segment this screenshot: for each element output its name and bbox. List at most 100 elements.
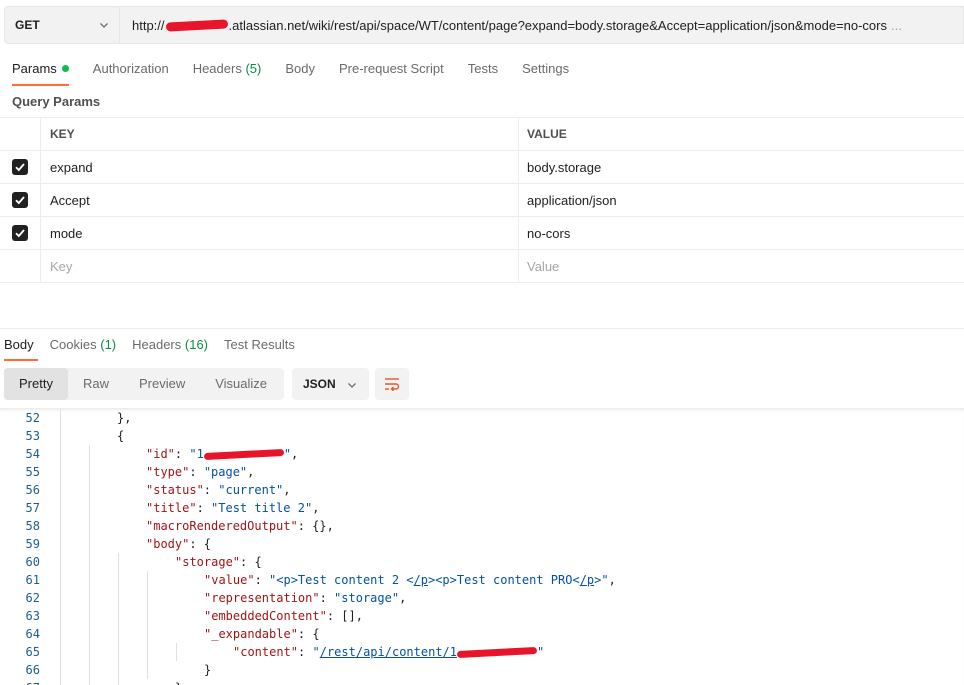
code-line: 53 { xyxy=(0,427,964,445)
tab-label: Body xyxy=(4,337,34,352)
checkbox-checked[interactable] xyxy=(12,159,28,175)
indent-guide xyxy=(60,553,61,571)
code-line: 56 "status": "current", xyxy=(0,481,964,499)
query-params-title: Query Params xyxy=(12,94,101,109)
checkbox-checked[interactable] xyxy=(12,192,28,208)
indent-guide xyxy=(89,463,90,481)
param-value[interactable]: application/json xyxy=(519,184,964,216)
indent-guide xyxy=(118,625,119,643)
format-pretty[interactable]: Pretty xyxy=(4,368,68,400)
check-icon xyxy=(15,196,25,205)
new-value-input[interactable]: Value xyxy=(519,250,964,282)
tab-pre-request-script[interactable]: Pre-request Script xyxy=(327,50,456,86)
code-line: 66} xyxy=(0,661,964,679)
indent-guide xyxy=(118,661,119,679)
json-string: " xyxy=(537,645,545,659)
indent-guide xyxy=(89,643,90,661)
tab-test-results[interactable]: Test Results xyxy=(220,330,303,360)
indent-guide xyxy=(118,589,119,607)
code-text: "representation": "storage", xyxy=(204,589,406,607)
tab-label: Headers xyxy=(132,337,182,352)
redaction-mark xyxy=(203,448,284,461)
indent-guide xyxy=(89,499,90,517)
json-punct: : xyxy=(196,501,212,515)
json-string: ><p>Test content PRO< xyxy=(427,573,580,587)
indent-guide xyxy=(147,571,148,589)
indent-guide xyxy=(60,571,61,589)
json-punct: , xyxy=(283,483,291,497)
line-number: 56 xyxy=(25,483,40,497)
tab-response-body[interactable]: Body xyxy=(0,330,42,361)
json-punct: : xyxy=(298,645,313,659)
request-tabs: Params Authorization Headers (5) Body Pr… xyxy=(0,50,964,86)
wrap-lines-button[interactable] xyxy=(375,368,409,400)
json-string: " xyxy=(312,645,320,659)
indent-guide xyxy=(147,643,148,661)
tab-cookies[interactable]: Cookies (1) xyxy=(46,330,124,360)
indent-guide xyxy=(147,625,148,643)
code-text: "status": "current", xyxy=(146,481,291,499)
new-key-input[interactable]: Key xyxy=(41,250,519,282)
line-number: 52 xyxy=(25,411,40,425)
json-key: "title" xyxy=(146,501,197,515)
response-divider xyxy=(0,328,964,329)
tab-authorization[interactable]: Authorization xyxy=(81,50,181,86)
indent-guide xyxy=(60,607,61,625)
param-key[interactable]: Accept xyxy=(41,184,519,216)
tab-headers[interactable]: Headers (5) xyxy=(181,50,274,86)
chevron-down-icon xyxy=(100,23,108,28)
column-header-value: VALUE xyxy=(527,127,567,141)
code-text: "value": "<p>Test content 2 </p><p>Test … xyxy=(204,571,616,589)
json-punct: , xyxy=(247,465,255,479)
indent-guide xyxy=(60,409,61,427)
indent-guide xyxy=(89,625,90,643)
code-text: "macroRenderedOutput": {}, xyxy=(146,517,334,535)
code-line: 58 "macroRenderedOutput": {}, xyxy=(0,517,964,535)
language-select[interactable]: JSON xyxy=(292,368,369,400)
code-link: /rest/api/content/1 xyxy=(319,645,457,659)
table-header-row: KEY VALUE xyxy=(0,118,964,151)
tab-label: Tests xyxy=(467,61,499,76)
tab-response-headers[interactable]: Headers (16) xyxy=(128,330,216,360)
url-input[interactable]: http:// .atlassian.net/wiki/rest/api/spa… xyxy=(119,6,964,44)
code-line: 62 "representation": "storage", xyxy=(0,589,964,607)
param-key[interactable]: expand xyxy=(41,151,519,183)
json-punct: , xyxy=(312,501,320,515)
row-checkbox-cell xyxy=(0,184,41,216)
row-checkbox-cell xyxy=(0,217,41,249)
indent-guide xyxy=(60,445,61,463)
response-tabs: Body Cookies (1) Headers (16) Test Resul… xyxy=(0,330,307,361)
format-preview[interactable]: Preview xyxy=(124,368,200,400)
row-checkbox-cell xyxy=(0,151,41,183)
tab-label: Headers xyxy=(192,61,242,76)
json-punct: : [], xyxy=(326,609,363,623)
tab-count: (16) xyxy=(184,337,209,352)
json-key: "content" xyxy=(233,645,299,659)
indent-guide xyxy=(89,679,90,685)
tab-body[interactable]: Body xyxy=(273,50,327,86)
json-key: "storage" xyxy=(175,555,241,569)
format-raw[interactable]: Raw xyxy=(68,368,124,400)
response-body-code[interactable]: 52}, 53 {54 "id": "1 ", 55 "type": "page", 56 "s… xyxy=(0,408,964,685)
tab-settings[interactable]: Settings xyxy=(510,50,581,86)
tab-params[interactable]: Params xyxy=(0,50,81,86)
json-key: "type" xyxy=(146,465,190,479)
code-line: 64 "_expandable": { xyxy=(0,625,964,643)
method-select[interactable]: GET xyxy=(4,6,119,44)
indent-guide xyxy=(89,535,90,553)
code-text: "storage": { xyxy=(175,553,262,571)
row-checkbox-cell-empty xyxy=(0,250,41,282)
line-number: 53 xyxy=(25,429,40,443)
tab-tests[interactable]: Tests xyxy=(456,50,510,86)
param-value[interactable]: body.storage xyxy=(519,151,964,183)
format-visualize[interactable]: Visualize xyxy=(200,368,282,400)
checkbox-checked[interactable] xyxy=(12,225,28,241)
json-punct: , xyxy=(399,591,407,605)
code-text: "type": "page", xyxy=(146,463,254,481)
json-string: " xyxy=(283,447,292,461)
param-value[interactable]: no-cors xyxy=(519,217,964,249)
param-key[interactable]: mode xyxy=(41,217,519,249)
line-number: 63 xyxy=(25,609,40,623)
code-text: "title": "Test title 2", xyxy=(146,499,319,517)
redaction-mark xyxy=(165,18,228,32)
